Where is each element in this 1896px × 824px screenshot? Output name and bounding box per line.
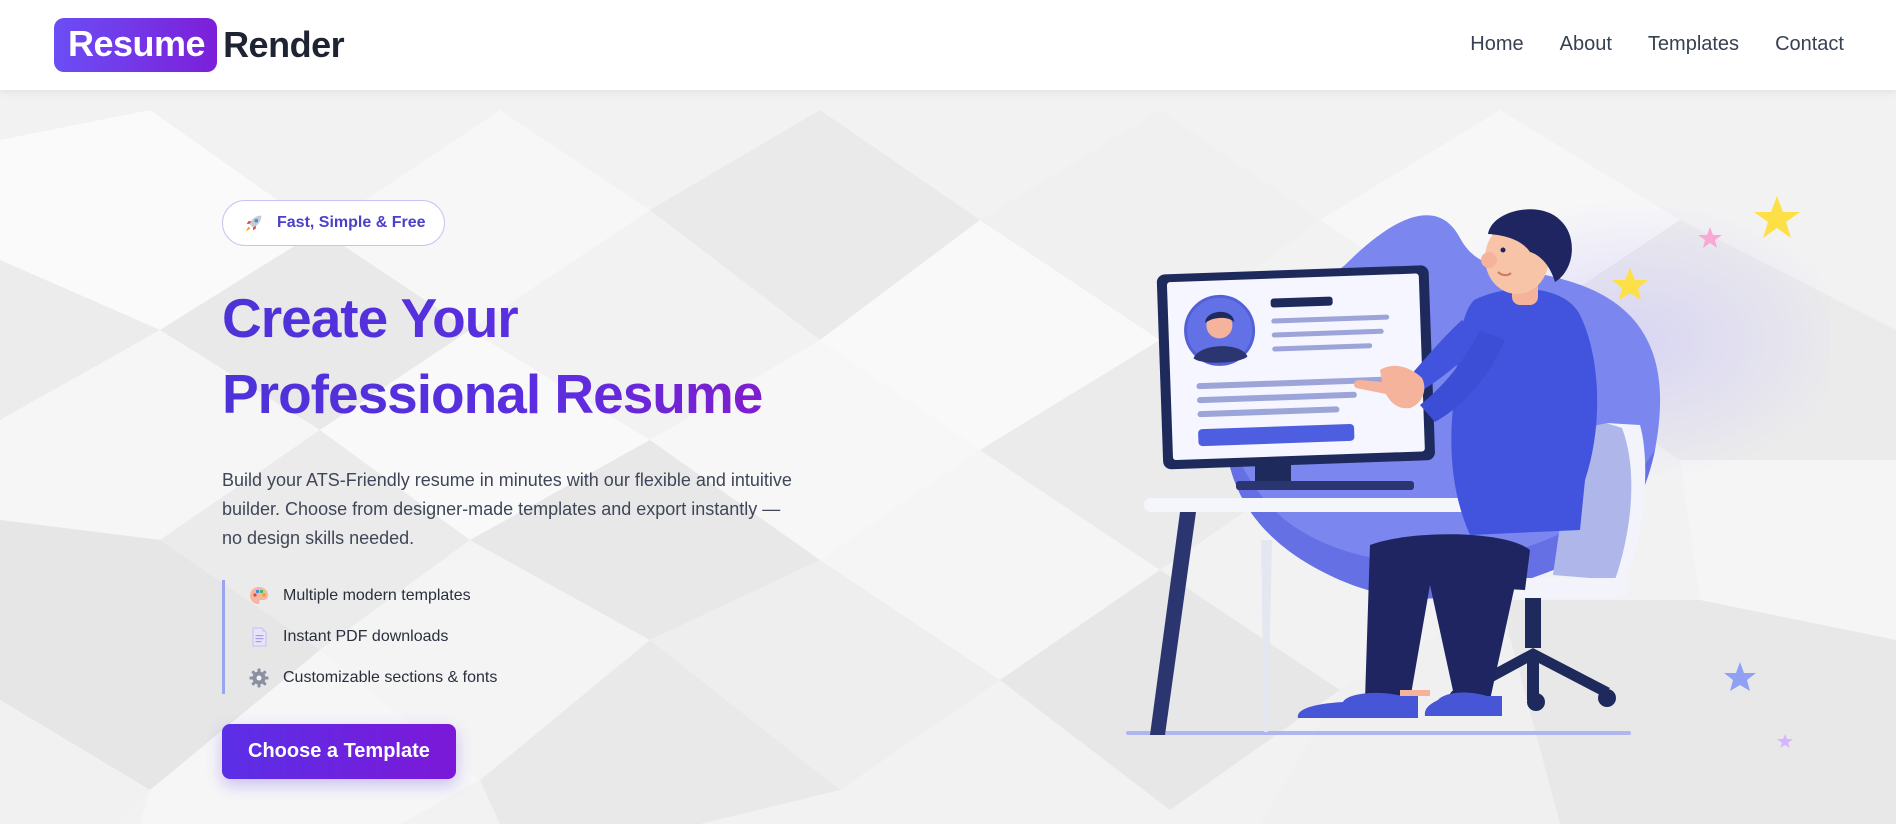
- feature-item: Multiple modern templates: [247, 583, 822, 609]
- floor-line: [1126, 731, 1631, 735]
- headline-line-2: Professional Resume: [222, 363, 763, 425]
- palette-icon: [250, 587, 268, 604]
- feature-label: Multiple modern templates: [283, 587, 471, 604]
- feature-list: Multiple modern templates Instant PDF do…: [222, 580, 822, 694]
- nav-link-about[interactable]: About: [1560, 33, 1612, 56]
- star-icon: [1724, 662, 1756, 691]
- navbar: Resume Render Home About Templates Conta…: [0, 0, 1896, 90]
- star-icon: [1777, 734, 1793, 748]
- nav-links: Home About Templates Contact: [1470, 33, 1844, 56]
- hero-content: Fast, Simple & Free Create Your Professi…: [222, 200, 822, 779]
- desk: [1144, 498, 1484, 512]
- hero-description: Build your ATS-Friendly resume in minute…: [222, 470, 792, 548]
- feature-item: Customizable sections & fonts: [247, 665, 822, 691]
- nav-link-home[interactable]: Home: [1470, 33, 1523, 56]
- headline-line-1: Create Your: [222, 287, 518, 349]
- badge-label: Fast, Simple & Free: [277, 214, 426, 231]
- hero-illustration: [1126, 196, 1830, 748]
- hero-badge: Fast, Simple & Free: [222, 200, 445, 246]
- feature-label: Customizable sections & fonts: [283, 669, 498, 686]
- choose-template-button[interactable]: Choose a Template: [222, 724, 456, 779]
- logo-highlight: Resume: [54, 18, 218, 72]
- hero-headline: Create Your Professional Resume: [222, 280, 822, 432]
- document-icon: [252, 627, 267, 647]
- feature-item: Instant PDF downloads: [247, 624, 822, 650]
- rocket-icon: [245, 215, 262, 232]
- shoe: [1297, 692, 1418, 718]
- shoe: [1424, 692, 1502, 716]
- logo-text: Render: [223, 24, 345, 65]
- gear-icon: [249, 668, 269, 688]
- brand-logo[interactable]: Resume Render: [54, 18, 345, 72]
- nav-link-templates[interactable]: Templates: [1648, 33, 1739, 56]
- nav-link-contact[interactable]: Contact: [1775, 33, 1844, 56]
- feature-label: Instant PDF downloads: [283, 628, 449, 645]
